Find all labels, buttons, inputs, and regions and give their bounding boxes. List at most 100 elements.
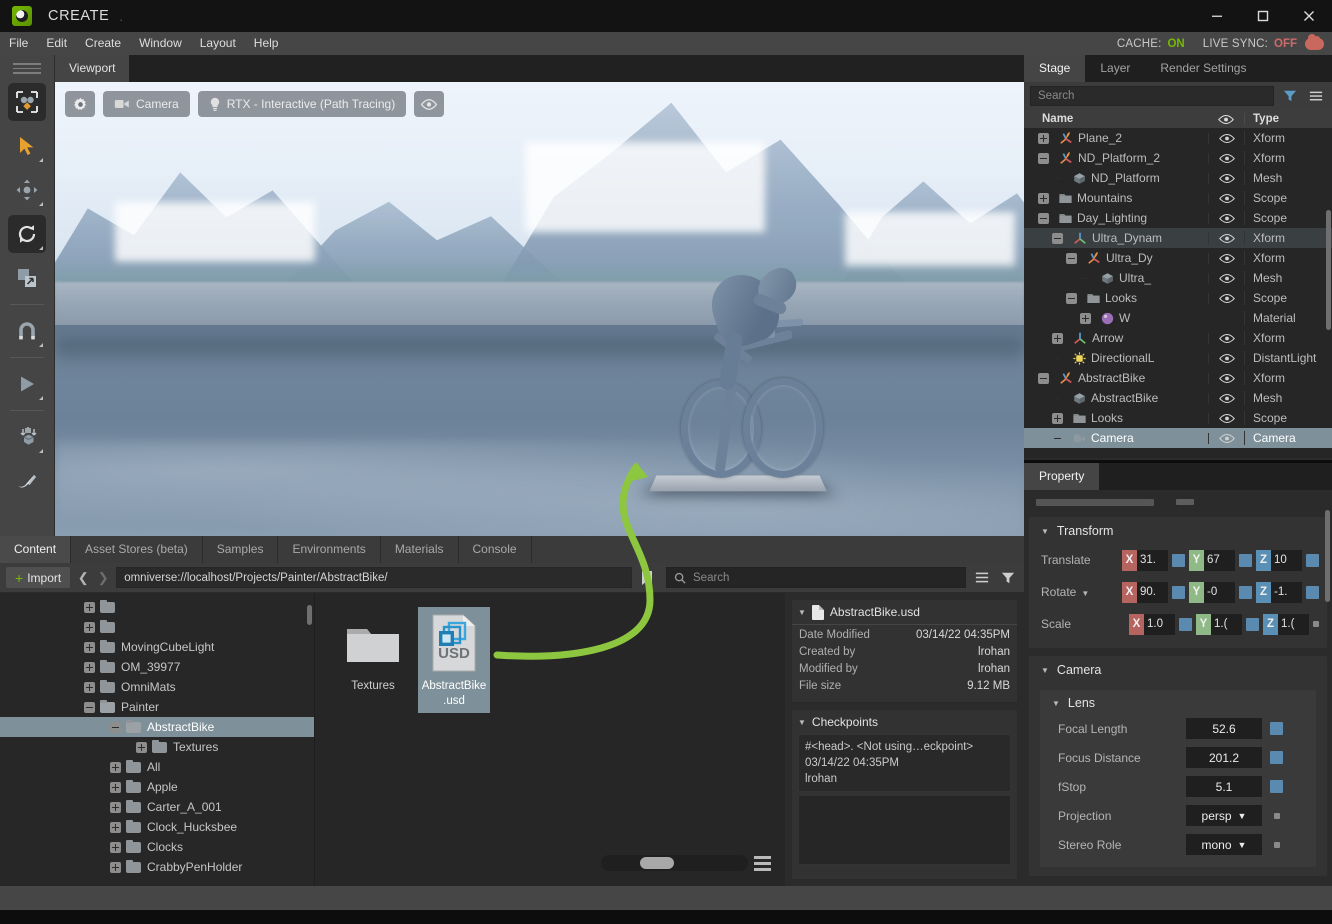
forward-chevron-right-icon[interactable]: ❯ [96,570,110,586]
folder-tree-row[interactable]: OM_39977 [0,657,314,677]
transform-x-field[interactable]: X 31. [1122,549,1168,571]
path-input[interactable]: omniverse://localhost/Projects/Painter/A… [116,567,632,588]
transform-group-title[interactable]: ▼ Transform [1029,521,1327,544]
folder-tree-row[interactable]: Clocks [0,837,314,857]
axis-connect-button[interactable] [1172,553,1185,567]
stage-tree-row[interactable]: ND_Platform Mesh [1024,168,1332,188]
stage-row-visibility-toggle[interactable] [1208,272,1244,284]
stage-row-visibility-toggle[interactable] [1208,232,1244,244]
expand-plus-icon[interactable] [1038,192,1049,204]
zoom-slider[interactable] [601,855,748,871]
folder-tree-row[interactable] [0,597,314,617]
play-tool[interactable] [8,365,46,403]
transform-z-field[interactable]: Z 1.( [1263,613,1309,635]
livesync-value[interactable]: OFF [1274,38,1297,50]
rotate-tool[interactable] [8,214,46,253]
transform-x-field[interactable]: X 90. [1122,581,1168,603]
stage-tree-row[interactable]: Day_Lighting Scope [1024,208,1332,228]
minimize-button[interactable] [1194,0,1240,32]
file-info-header[interactable]: ▼ AbstractBike.usd [792,600,1017,624]
expand-plus-icon[interactable] [136,741,147,753]
menu-file[interactable]: File [0,32,37,55]
stage-row-visibility-toggle[interactable] [1208,412,1244,424]
stage-tree-row[interactable]: Camera Camera [1024,428,1332,448]
expand-plus-icon[interactable] [84,601,95,613]
folder-tree-row[interactable]: Carter_A_001 [0,797,314,817]
maximize-button[interactable] [1240,0,1286,32]
checkpoints-header[interactable]: ▼ Checkpoints [792,710,1017,734]
projection-connect-button[interactable] [1274,812,1280,819]
back-chevron-left-icon[interactable]: ❮ [76,570,90,586]
stage-tree-row[interactable]: Looks Scope [1024,408,1332,428]
expand-plus-icon[interactable] [110,781,121,793]
stage-row-visibility-toggle[interactable] [1208,212,1244,224]
folder-tree-row[interactable] [0,617,314,637]
transform-z-field[interactable]: Z -1. [1256,581,1302,603]
stage-tree-row[interactable]: Mountains Scope [1024,188,1332,208]
stage-row-visibility-toggle[interactable] [1208,172,1244,184]
stage-tree-row[interactable]: Ultra_Dy Xform [1024,248,1332,268]
collapse-minus-icon[interactable] [84,701,95,713]
tab-property[interactable]: Property [1024,463,1100,490]
visibility-button[interactable] [414,91,445,117]
stage-tree-row[interactable]: Plane_2 Xform [1024,128,1332,148]
tab-stage[interactable]: Stage [1024,55,1086,82]
fstop-connect-button[interactable] [1270,780,1283,793]
stage-scrollbar[interactable] [1326,210,1331,330]
collapse-minus-icon[interactable] [1052,232,1063,244]
menu-help[interactable]: Help [245,32,288,55]
stage-tree-row[interactable]: Arrow Xform [1024,328,1332,348]
folder-tree-row[interactable]: Clock_Hucksbee [0,817,314,837]
transform-y-field[interactable]: Y 67 [1189,549,1235,571]
snap-tool[interactable] [8,312,46,350]
checkpoint-item[interactable]: #<head>. <Not using…eckpoint> 03/14/22 0… [798,734,1011,792]
expand-plus-icon[interactable] [110,841,121,853]
expand-plus-icon[interactable] [1038,132,1049,144]
zoom-slider-handle[interactable] [640,857,674,869]
stage-tree-row[interactable]: AbstractBike Mesh [1024,388,1332,408]
collapse-minus-icon[interactable] [1066,292,1077,304]
expand-plus-icon[interactable] [84,641,95,653]
folder-tree-scrollbar[interactable] [307,605,312,625]
stage-tree-row[interactable]: Ultra_Dynam Xform [1024,228,1332,248]
folder-tree-row[interactable]: Apple [0,777,314,797]
collapse-minus-icon[interactable] [1066,252,1077,264]
stereo-role-select[interactable]: mono ▼ [1186,834,1262,855]
renderer-button[interactable]: RTX - Interactive (Path Tracing) [197,91,407,117]
expand-plus-icon[interactable] [110,801,121,813]
cache-value[interactable]: ON [1167,38,1184,50]
expand-plus-icon[interactable] [1052,412,1063,424]
transform-z-field[interactable]: Z 10 [1256,549,1302,571]
axis-connect-button[interactable] [1306,585,1319,599]
stage-row-visibility-toggle[interactable] [1208,192,1244,204]
stage-row-visibility-toggle[interactable] [1208,292,1244,304]
asset-grid[interactable]: Textures USD AbstractBike .usd [315,593,785,886]
axis-connect-button[interactable] [1239,553,1252,567]
stage-row-visibility-toggle[interactable] [1208,132,1244,144]
stage-row-visibility-toggle[interactable] [1208,392,1244,404]
select-tool[interactable] [8,127,46,165]
folder-tree-row[interactable]: AbstractBike [0,717,314,737]
clipped-switch[interactable] [1176,499,1194,505]
expand-plus-icon[interactable] [1052,332,1063,344]
asset-folder-textures[interactable]: Textures [337,607,409,698]
scale-tool[interactable] [8,259,46,297]
transform-y-field[interactable]: Y 1.( [1196,613,1242,635]
tab-content[interactable]: Content [0,536,72,563]
focal-length-connect-button[interactable] [1270,722,1283,735]
folder-tree-row[interactable]: OmniMats [0,677,314,697]
stage-tree-row[interactable]: ND_Platform_2 Xform [1024,148,1332,168]
folder-tree-row[interactable]: MovingCubeLight [0,637,314,657]
menu-edit[interactable]: Edit [37,32,76,55]
folder-tree-row[interactable]: All [0,757,314,777]
asset-file-abstractbike[interactable]: USD AbstractBike .usd [418,607,490,713]
chevron-down-icon[interactable]: ▼ [1081,589,1089,598]
expand-plus-icon[interactable] [110,861,121,873]
physics-drop-tool[interactable] [8,418,46,456]
tab-render-settings[interactable]: Render Settings [1145,55,1261,82]
collapse-minus-icon[interactable] [1038,212,1049,224]
menu-layout[interactable]: Layout [191,32,245,55]
stereo-role-connect-button[interactable] [1274,841,1280,848]
folder-tree-row[interactable]: Painter [0,697,314,717]
tab-layer[interactable]: Layer [1085,55,1145,82]
